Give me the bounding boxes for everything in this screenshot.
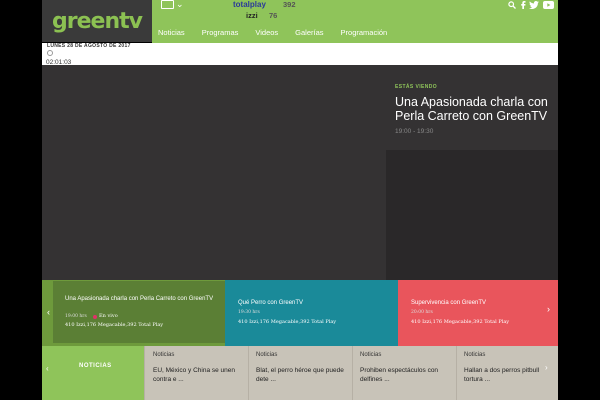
chevron-right-icon[interactable]: › — [545, 363, 548, 372]
youtube-icon[interactable] — [543, 1, 554, 11]
nav-programas[interactable]: Programas — [202, 28, 239, 37]
logo[interactable]: greentv — [42, 0, 152, 42]
schedule-card[interactable]: Una Apasionada charla con Perla Carreto … — [42, 280, 225, 346]
now-playing-time: 19:00 - 19:30 — [395, 128, 434, 135]
schedule-card-channels: 410 Izzi,176 Megacable,392 Total Play — [65, 322, 164, 328]
clock-icon — [47, 50, 53, 56]
news-category: Noticias — [153, 352, 175, 358]
news-title: Blat, el perro héroe que puede dete ... — [256, 367, 344, 383]
totalplay-channel: 392 — [283, 0, 296, 9]
nav-noticias[interactable]: Noticias — [158, 28, 185, 37]
facebook-icon[interactable] — [520, 1, 526, 11]
logo-text: greentv — [52, 8, 143, 34]
news-section-header — [42, 346, 144, 400]
totalplay-logo: totalplay — [233, 0, 266, 9]
nav-videos[interactable]: Videos — [255, 28, 278, 37]
app-window: greentv Noticias Programas Videos Galerí… — [0, 0, 600, 400]
tv-icon[interactable] — [161, 0, 174, 9]
twitter-icon[interactable] — [529, 1, 539, 11]
nav-galerias[interactable]: Galerías — [295, 28, 323, 37]
now-playing-label: ESTÁS VIENDO — [395, 84, 438, 90]
news-title: Prohiben espectáculos con delfines ... — [360, 367, 439, 383]
schedule-card-highlight — [53, 281, 225, 343]
schedule-card-title: Supervivencia con GreenTV — [411, 300, 487, 306]
schedule-card-channels: 410 Izzi,176 Megacable,392 Total Play — [238, 319, 337, 325]
schedule-carousel: Una Apasionada charla con Perla Carreto … — [42, 280, 558, 346]
izzi-logo: izzi — [246, 11, 258, 20]
news-item[interactable]: Noticias Blat, el perro héroe que puede … — [248, 346, 352, 400]
chevron-down-icon[interactable]: ⌄ — [176, 0, 184, 10]
schedule-card-time: 19:00 hrs — [65, 314, 87, 319]
now-playing-title[interactable]: Una Apasionada charla con Perla Carreto … — [395, 95, 555, 123]
current-date: LUNES 28 DE AGOSTO DE 2017 — [47, 43, 131, 49]
schedule-card-channels: 410 Izzi,176 Megacable,392 Total Play — [411, 319, 510, 325]
schedule-card-title: Una Apasionada charla con Perla Carreto … — [65, 296, 214, 302]
chevron-left-icon[interactable]: ‹ — [46, 364, 49, 373]
schedule-card-title: Qué Perro con GreenTV — [238, 300, 304, 306]
izzi-channel: 76 — [269, 11, 278, 20]
live-badge: En vivo — [99, 313, 118, 319]
news-item[interactable]: Noticias Hallan a dos perros pitbull tor… — [456, 346, 558, 400]
news-section-label: NOTICIAS — [79, 363, 112, 369]
nav-programacion[interactable]: Programación — [341, 28, 388, 37]
main-nav: Noticias Programas Videos Galerías Progr… — [152, 21, 558, 43]
news-category: Noticias — [464, 352, 486, 358]
chevron-right-icon[interactable]: › — [547, 304, 550, 314]
news-title: EU, México y China se unen contra e ... — [153, 367, 236, 383]
secondary-panel — [386, 150, 558, 280]
news-category: Noticias — [360, 352, 382, 358]
news-category: Noticias — [256, 352, 278, 358]
schedule-card[interactable]: Qué Perro con GreenTV 19:30 hrs 410 Izzi… — [225, 280, 398, 346]
schedule-card-time: 19:30 hrs — [238, 310, 260, 315]
search-icon[interactable] — [508, 1, 516, 11]
top-bar — [152, 0, 558, 21]
chevron-left-icon[interactable]: ‹ — [47, 307, 50, 317]
live-dot-icon — [93, 315, 97, 319]
news-item[interactable]: Noticias EU, México y China se unen cont… — [144, 346, 248, 400]
news-title: Hallan a dos perros pitbull tortura ... — [464, 367, 540, 383]
schedule-card[interactable]: Supervivencia con GreenTV 20:00 hrs 410 … — [398, 280, 558, 346]
schedule-card-time: 20:00 hrs — [411, 310, 433, 315]
news-item[interactable]: Noticias Prohiben espectáculos con delfi… — [352, 346, 456, 400]
